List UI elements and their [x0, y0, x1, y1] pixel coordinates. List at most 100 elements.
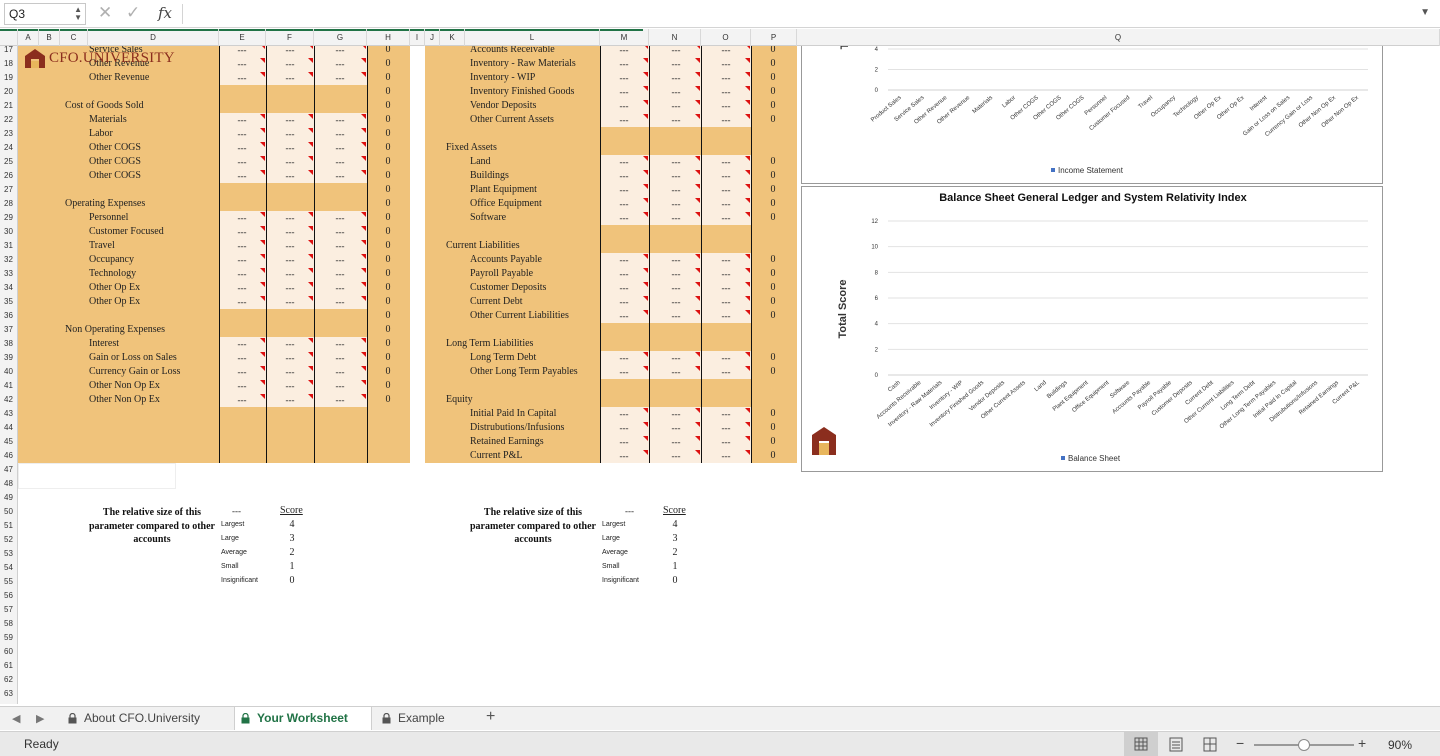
column-header-o[interactable]: O: [701, 29, 751, 46]
column-header-d[interactable]: D: [88, 29, 219, 46]
row-header[interactable]: 64: [0, 701, 17, 704]
row-header[interactable]: 34: [0, 281, 17, 295]
row-header[interactable]: 18: [0, 57, 17, 71]
balance-label: Initial Paid In Capital: [470, 408, 557, 419]
normal-view-button[interactable]: [1124, 732, 1158, 756]
row-header[interactable]: 25: [0, 155, 17, 169]
column-header-b[interactable]: B: [39, 29, 60, 46]
cancel-icon[interactable]: ✕: [98, 3, 112, 23]
row-header[interactable]: 57: [0, 603, 17, 617]
row-header[interactable]: 29: [0, 211, 17, 225]
enter-icon[interactable]: ✓: [126, 3, 140, 23]
row-header[interactable]: 63: [0, 687, 17, 701]
page-layout-button[interactable]: [1162, 732, 1190, 756]
row-header[interactable]: 38: [0, 337, 17, 351]
column-header-p[interactable]: P: [751, 29, 797, 46]
balance-sheet-chart[interactable]: 0 2 4 6 8 10 12 Cash Accounts Receivable Inventor…: [801, 186, 1383, 472]
row-header[interactable]: 54: [0, 561, 17, 575]
formula-input[interactable]: [188, 4, 1388, 24]
row-header[interactable]: 37: [0, 323, 17, 337]
column-header-l[interactable]: L: [465, 29, 600, 46]
row-header[interactable]: 61: [0, 659, 17, 673]
zoom-slider-track[interactable]: [1254, 739, 1354, 751]
column-header-a[interactable]: A: [18, 29, 39, 46]
column-header-k[interactable]: K: [440, 29, 465, 46]
row-header[interactable]: 27: [0, 183, 17, 197]
zoom-in-button[interactable]: +: [1358, 735, 1366, 751]
row-header[interactable]: 22: [0, 113, 17, 127]
x-category-label: Interest: [1249, 95, 1268, 113]
placeholder-value: ---: [619, 451, 629, 461]
select-all-corner[interactable]: [0, 29, 18, 46]
row-header[interactable]: 51: [0, 519, 17, 533]
sheet-tab-0[interactable]: About CFO.University: [62, 707, 234, 730]
page-break-button[interactable]: [1196, 732, 1224, 756]
name-box-stepper-icon[interactable]: ▲ ▼: [74, 6, 82, 22]
row-header[interactable]: 21: [0, 99, 17, 113]
placeholder-value: ---: [285, 129, 295, 139]
income-statement-chart[interactable]: 0 2 4 Product Sales Service Sales Other Reven…: [801, 46, 1383, 184]
row-header[interactable]: 36: [0, 309, 17, 323]
row-header[interactable]: 23: [0, 127, 17, 141]
column-header-f[interactable]: F: [266, 29, 314, 46]
row-header[interactable]: 28: [0, 197, 17, 211]
row-header[interactable]: 58: [0, 617, 17, 631]
row-header[interactable]: 49: [0, 491, 17, 505]
row-header[interactable]: 60: [0, 645, 17, 659]
row-header[interactable]: 30: [0, 225, 17, 239]
prev-sheet-icon[interactable]: ◀: [12, 712, 20, 725]
chart-canvas: 024Product SalesService SalesOther Reven…: [839, 46, 1368, 175]
row-header[interactable]: 31: [0, 239, 17, 253]
score-table-title: The relative size of this: [483, 507, 583, 518]
row-header[interactable]: 39: [0, 351, 17, 365]
row-header[interactable]: 55: [0, 575, 17, 589]
row-header[interactable]: 41: [0, 379, 17, 393]
row-header[interactable]: 47: [0, 463, 17, 477]
sheet-tab-2[interactable]: Example: [376, 707, 472, 730]
column-header-g[interactable]: G: [314, 29, 367, 46]
row-header[interactable]: 59: [0, 631, 17, 645]
x-category-label: Cash: [887, 380, 902, 394]
row-header[interactable]: 33: [0, 267, 17, 281]
row-header[interactable]: 62: [0, 673, 17, 687]
row-header[interactable]: 53: [0, 547, 17, 561]
row-header[interactable]: 32: [0, 253, 17, 267]
placeholder-value: ---: [721, 87, 731, 97]
zoom-slider-thumb[interactable]: [1298, 739, 1310, 751]
column-header-m[interactable]: M: [600, 29, 649, 46]
expand-formula-icon[interactable]: ▼: [1420, 7, 1430, 18]
column-header-j[interactable]: J: [425, 29, 440, 46]
name-box[interactable]: Q3 ▲ ▼: [4, 3, 86, 25]
row-header[interactable]: 46: [0, 449, 17, 463]
row-header[interactable]: 24: [0, 141, 17, 155]
placeholder-value: ---: [285, 367, 295, 377]
placeholder-value: ---: [671, 59, 681, 69]
row-header[interactable]: 20: [0, 85, 17, 99]
zoom-out-button[interactable]: −: [1236, 735, 1244, 751]
row-header[interactable]: 45: [0, 435, 17, 449]
column-header-h[interactable]: H: [367, 29, 410, 46]
row-header[interactable]: 48: [0, 477, 17, 491]
row-header[interactable]: 50: [0, 505, 17, 519]
row-header[interactable]: 56: [0, 589, 17, 603]
column-header-e[interactable]: E: [219, 29, 266, 46]
row-header[interactable]: 19: [0, 71, 17, 85]
row-header[interactable]: 26: [0, 169, 17, 183]
add-sheet-button[interactable]: +: [486, 708, 495, 726]
row-header[interactable]: 40: [0, 365, 17, 379]
insert-function-icon[interactable]: fx: [158, 3, 172, 23]
row-header[interactable]: 44: [0, 421, 17, 435]
column-header-c[interactable]: C: [60, 29, 88, 46]
next-sheet-icon[interactable]: ▶: [36, 712, 44, 725]
row-header[interactable]: 17: [0, 46, 17, 57]
column-header-q[interactable]: Q: [797, 29, 1440, 46]
column-header-n[interactable]: N: [649, 29, 701, 46]
row-header[interactable]: 35: [0, 295, 17, 309]
row-header[interactable]: 42: [0, 393, 17, 407]
worksheet-grid[interactable]: --- --- --- --- --- --- --- --- --- --- --- --- --- -…: [18, 46, 1440, 704]
column-header-i[interactable]: I: [410, 29, 425, 46]
row-header[interactable]: 43: [0, 407, 17, 421]
sheet-tab-1[interactable]: Your Worksheet: [234, 707, 372, 730]
row-header[interactable]: 52: [0, 533, 17, 547]
placeholder-value: ---: [237, 157, 247, 167]
